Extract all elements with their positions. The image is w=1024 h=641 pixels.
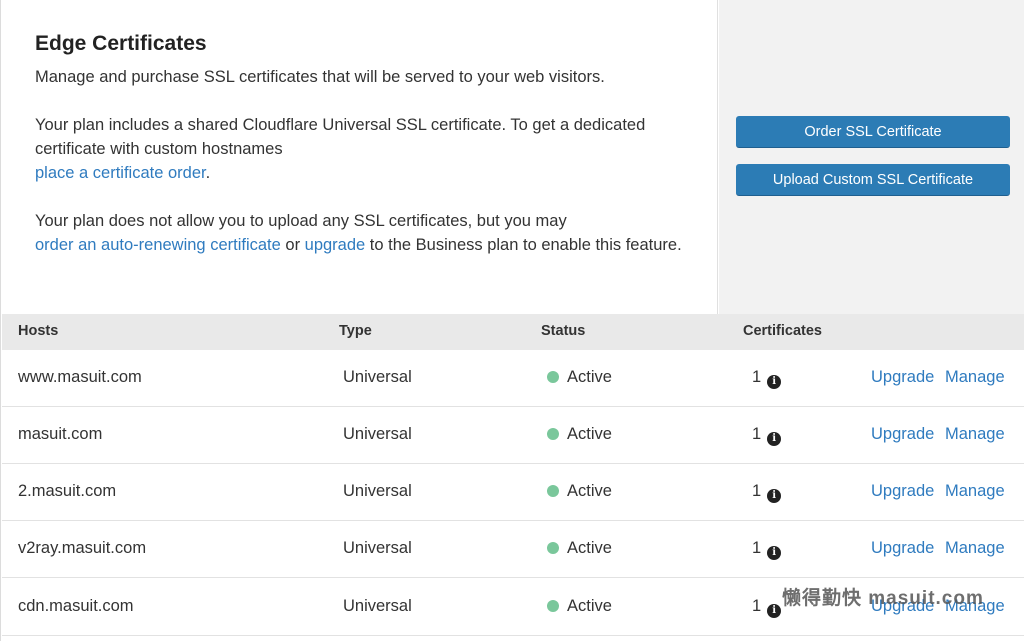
- cert-type: Universal: [343, 482, 412, 500]
- upload-text: Your plan does not allow you to upload a…: [35, 212, 567, 230]
- description-panel: Edge Certificates Manage and purchase SS…: [2, 0, 718, 314]
- cert-type: Universal: [343, 539, 412, 557]
- host-name: cdn.masuit.com: [18, 597, 134, 615]
- cert-count-value: 1: [752, 482, 762, 500]
- cert-type: Universal: [343, 425, 412, 443]
- status-text: Active: [567, 425, 612, 443]
- place-order-link[interactable]: place a certificate order: [35, 164, 206, 182]
- cert-count: 1i: [752, 482, 782, 503]
- info-icon[interactable]: i: [767, 375, 782, 389]
- host-name: v2ray.masuit.com: [18, 539, 147, 557]
- cert-count-value: 1: [752, 539, 762, 557]
- upload-ssl-button[interactable]: Upload Custom SSL Certificate: [736, 164, 1010, 196]
- status-dot: [547, 371, 559, 383]
- info-icon[interactable]: i: [767, 489, 782, 503]
- table-row: 2.masuit.com Universal Active 1i Upgrade…: [2, 464, 1024, 521]
- status-dot: [547, 600, 559, 612]
- status-dot: [547, 485, 559, 497]
- cert-type: Universal: [343, 368, 412, 386]
- status-cell: Active: [547, 368, 612, 387]
- info-icon[interactable]: i: [767, 604, 782, 618]
- column-hosts: Hosts: [18, 323, 59, 339]
- host-name: masuit.com: [18, 425, 103, 443]
- page-title: Edge Certificates: [35, 32, 207, 55]
- watermark: 懒得勤快 masuit.com: [782, 588, 984, 609]
- status-dot: [547, 542, 559, 554]
- cert-count-value: 1: [752, 368, 762, 386]
- status-text: Active: [567, 368, 612, 386]
- table-row: www.masuit.com Universal Active 1i Upgra…: [2, 350, 1024, 407]
- manage-link[interactable]: Manage: [945, 425, 1005, 444]
- manage-link[interactable]: Manage: [945, 368, 1005, 387]
- info-icon[interactable]: i: [767, 546, 782, 560]
- plan-suffix: .: [205, 164, 211, 182]
- host-name: www.masuit.com: [18, 368, 142, 386]
- table-header: Hosts Type Status Certificates: [2, 314, 1024, 350]
- status-cell: Active: [547, 539, 612, 558]
- status-text: Active: [567, 597, 612, 615]
- upload-info: Your plan does not allow you to upload a…: [35, 209, 695, 257]
- upgrade-link[interactable]: Upgrade: [871, 482, 934, 501]
- plan-text: Your plan includes a shared Cloudflare U…: [35, 116, 646, 158]
- column-status: Status: [541, 323, 586, 339]
- status-cell: Active: [547, 597, 612, 616]
- upgrade-link[interactable]: Upgrade: [871, 425, 934, 444]
- actions-panel: Order SSL Certificate Upload Custom SSL …: [719, 0, 1024, 314]
- manage-link[interactable]: Manage: [945, 482, 1005, 501]
- upgrade-link[interactable]: Upgrade: [871, 368, 934, 387]
- upgrade-link[interactable]: Upgrade: [871, 539, 934, 558]
- cert-count: 1i: [752, 368, 782, 389]
- status-dot: [547, 428, 559, 440]
- order-auto-renewing-link[interactable]: order an auto-renewing certificate: [35, 236, 281, 254]
- card-header: Edge Certificates Manage and purchase SS…: [2, 0, 1024, 314]
- column-certificates: Certificates: [743, 323, 822, 339]
- status-cell: Active: [547, 482, 612, 501]
- cert-count: 1i: [752, 539, 782, 560]
- order-ssl-button[interactable]: Order SSL Certificate: [736, 116, 1010, 148]
- description-text: Manage and purchase SSL certificates tha…: [35, 68, 605, 86]
- column-type: Type: [339, 323, 372, 339]
- status-text: Active: [567, 482, 612, 500]
- plan-info: Your plan includes a shared Cloudflare U…: [35, 113, 695, 185]
- cert-count: 1i: [752, 597, 782, 618]
- upload-suffix: to the Business plan to enable this feat…: [365, 236, 682, 254]
- status-cell: Active: [547, 425, 612, 444]
- cert-type: Universal: [343, 597, 412, 615]
- cert-count: 1i: [752, 425, 782, 446]
- status-text: Active: [567, 539, 612, 557]
- host-name: 2.masuit.com: [18, 482, 117, 500]
- info-icon[interactable]: i: [767, 432, 782, 446]
- cert-count-value: 1: [752, 425, 762, 443]
- manage-link[interactable]: Manage: [945, 539, 1005, 558]
- cert-count-value: 1: [752, 597, 762, 615]
- upgrade-plan-link[interactable]: upgrade: [305, 236, 366, 254]
- table-row: masuit.com Universal Active 1i Upgrade M…: [2, 407, 1024, 464]
- edge-certificates-card: Edge Certificates Manage and purchase SS…: [0, 0, 1024, 641]
- upload-or: or: [280, 236, 305, 254]
- table-row: v2ray.masuit.com Universal Active 1i Upg…: [2, 521, 1024, 578]
